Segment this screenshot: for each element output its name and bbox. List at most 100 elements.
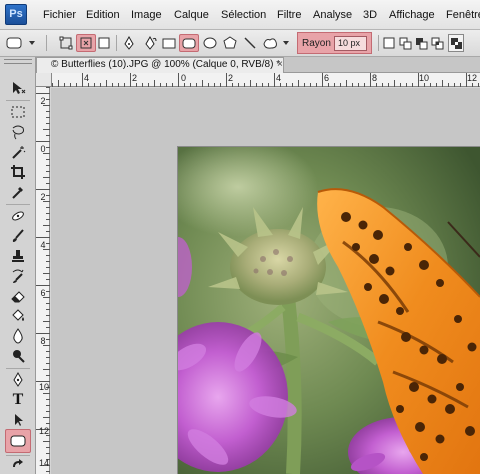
eyedropper-tool[interactable]: [8, 183, 28, 201]
new-layer-mode-button[interactable]: [382, 34, 396, 52]
menu-filtre[interactable]: Filtre: [277, 9, 301, 21]
ruler-label: 2: [40, 192, 46, 202]
rounded-rectangle-icon: [10, 435, 26, 447]
ruler-label: 10: [419, 73, 430, 83]
spot-healing-tool[interactable]: [8, 207, 28, 225]
horizontal-ruler[interactable]: 4 2 0 2 4 6 8 10 12: [52, 73, 480, 87]
ruler-label: 6: [324, 73, 330, 83]
ruler-label: 0: [40, 144, 46, 154]
type-tool[interactable]: T: [8, 391, 28, 409]
canvas-area[interactable]: [51, 88, 480, 474]
tool-preset-picker[interactable]: [4, 34, 38, 52]
exclude-shape-button[interactable]: [448, 34, 464, 52]
dodge-icon: [13, 350, 25, 363]
rounded-rectangle-icon: [182, 38, 196, 49]
separator: [46, 35, 47, 51]
menu-calque[interactable]: Calque: [174, 9, 209, 21]
subtract-shape-button[interactable]: [414, 34, 428, 52]
marquee-icon: [11, 106, 25, 118]
separator: [116, 35, 117, 51]
brush-icon: [12, 229, 24, 242]
butterfly-photo[interactable]: [178, 147, 480, 474]
menu-edition[interactable]: Edition: [86, 9, 120, 21]
menu-affichage[interactable]: Affichage: [389, 9, 435, 21]
rounded-rectangle-shape-button[interactable]: [179, 34, 199, 52]
menu-image[interactable]: Image: [131, 9, 162, 21]
rotate-view-icon: [13, 459, 23, 467]
direct-selection-arrow-icon: [15, 414, 23, 426]
eraser-tool[interactable]: [8, 287, 28, 305]
eraser-icon: [11, 291, 25, 303]
brush-tool[interactable]: [8, 227, 28, 245]
toolbox: T: [0, 57, 36, 474]
rectangle-icon: [162, 38, 176, 49]
add-to-shape-button[interactable]: [398, 34, 412, 52]
ruler-label: 0: [181, 73, 187, 83]
ruler-label: 12: [39, 426, 50, 436]
history-brush-tool[interactable]: [8, 267, 28, 285]
pen-tool[interactable]: [8, 371, 28, 389]
radius-input[interactable]: 10 px: [334, 36, 367, 51]
document-tab[interactable]: © Butterflies (10).JPG @ 100% (Calque 0,…: [36, 57, 284, 73]
pen-tool-button[interactable]: [121, 34, 137, 52]
ruler-label: 4: [40, 240, 46, 250]
butterfly-image: [178, 147, 480, 474]
photoshop-logo[interactable]: Ps: [5, 4, 27, 25]
polygon-shape-button[interactable]: [222, 34, 238, 52]
blur-tool[interactable]: [8, 327, 28, 345]
marquee-tool[interactable]: [8, 103, 28, 121]
tool-separator: [6, 455, 30, 456]
magic-wand-tool[interactable]: [8, 143, 28, 161]
ruler-label: 4: [84, 73, 90, 83]
hand-tool[interactable]: [8, 457, 28, 474]
intersect-shape-button[interactable]: [430, 34, 444, 52]
menu-fenetre[interactable]: Fenêtre: [446, 9, 480, 21]
dodge-tool[interactable]: [8, 347, 28, 365]
path-selection-tool[interactable]: [8, 411, 28, 429]
tool-separator: [6, 204, 30, 205]
lasso-tool[interactable]: [8, 123, 28, 141]
menu-3d[interactable]: 3D: [363, 9, 377, 21]
eyedropper-icon: [12, 187, 23, 199]
line-shape-button[interactable]: [242, 34, 258, 52]
freeform-pen-button[interactable]: [141, 34, 159, 52]
fill-pixels-button[interactable]: [96, 34, 112, 52]
move-tool[interactable]: [8, 79, 28, 97]
toolbox-grip[interactable]: [4, 59, 32, 64]
ruler-label: 2: [40, 96, 46, 106]
crop-icon: [11, 165, 25, 179]
clone-stamp-tool[interactable]: [8, 247, 28, 265]
intersect-shape-icon: [431, 37, 443, 49]
vertical-ruler[interactable]: 2 0 2 4 6 8 10 12 14: [36, 87, 50, 474]
ruler-label: 4: [276, 73, 282, 83]
stamp-icon: [12, 250, 24, 262]
crop-tool[interactable]: [8, 163, 28, 181]
rounded-rectangle-tool[interactable]: [5, 429, 31, 453]
shape-layers-button[interactable]: [57, 34, 75, 52]
ellipse-shape-button[interactable]: [202, 34, 218, 52]
ruler-origin[interactable]: [36, 73, 52, 87]
menu-analyse[interactable]: Analyse: [313, 9, 352, 21]
paint-bucket-icon: [12, 309, 24, 321]
paths-button[interactable]: [76, 34, 96, 52]
menu-selection[interactable]: Sélection: [221, 9, 266, 21]
ellipse-icon: [203, 37, 217, 49]
close-icon[interactable]: ×: [277, 58, 283, 72]
add-shape-icon: [399, 37, 411, 49]
custom-shape-icon: [263, 38, 289, 49]
menu-fichier[interactable]: Fichier: [43, 9, 76, 21]
blur-drop-icon: [13, 328, 23, 344]
ruler-label: 8: [40, 336, 46, 346]
menu-bar: Ps Fichier Edition Image Calque Sélectio…: [0, 0, 480, 30]
fill-pixels-icon: [98, 37, 110, 49]
history-brush-icon: [12, 269, 24, 283]
separator: [378, 35, 379, 51]
ruler-label: 8: [372, 73, 378, 83]
healing-brush-icon: [12, 211, 24, 221]
custom-shape-picker[interactable]: [261, 34, 291, 52]
paint-bucket-tool[interactable]: [8, 307, 28, 325]
radius-label: Rayon :: [302, 38, 337, 49]
ruler-label: 2: [132, 73, 138, 83]
magic-wand-icon: [12, 146, 26, 159]
rectangle-shape-button[interactable]: [160, 34, 178, 52]
